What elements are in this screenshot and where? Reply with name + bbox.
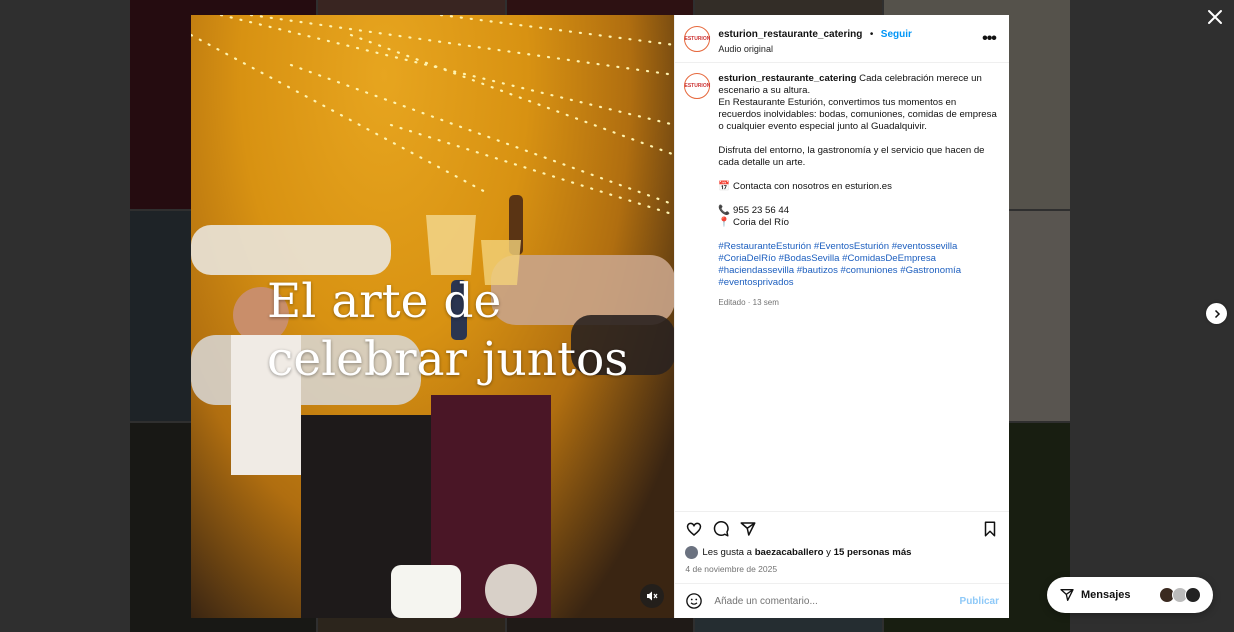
- messages-label: Mensajes: [1081, 589, 1131, 601]
- follow-button[interactable]: Seguir: [881, 29, 912, 40]
- caption-area: ESTURION esturion_restaurante_catering C…: [675, 63, 1009, 511]
- emoji-icon[interactable]: [685, 592, 703, 610]
- close-icon: [1208, 10, 1222, 24]
- media-overlay-title: El arte de celebrar juntos: [267, 273, 628, 389]
- avatar-logo-text: ESTURION: [684, 35, 711, 42]
- share-icon[interactable]: [739, 520, 757, 538]
- media-title-line-1: El arte de: [267, 274, 502, 329]
- more-options-button[interactable]: •••: [979, 30, 999, 48]
- avatar[interactable]: ESTURION: [684, 25, 711, 52]
- separator-dot: •: [869, 28, 874, 40]
- chevron-right-icon: [1214, 309, 1220, 318]
- next-post-button[interactable]: [1206, 303, 1227, 324]
- caption-phone: 📞 955 23 56 44: [718, 205, 790, 216]
- messages-avatars: [1159, 587, 1201, 603]
- post-date[interactable]: 4 de noviembre de 2025: [685, 564, 999, 574]
- messages-icon: [1060, 589, 1074, 601]
- more-icon: •••: [982, 29, 997, 47]
- likes-others[interactable]: 15 personas más: [834, 547, 912, 558]
- post-header: ESTURION esturion_restaurante_catering •…: [675, 15, 1009, 63]
- likes-summary[interactable]: Les gusta a baezacaballero y 15 personas…: [685, 546, 999, 559]
- caption-paragraph-1: En Restaurante Esturión, convertimos tus…: [718, 97, 997, 132]
- post-sidebar: ESTURION esturion_restaurante_catering •…: [674, 15, 1009, 618]
- caption-username[interactable]: esturion_restaurante_catering: [718, 73, 856, 84]
- comment-input[interactable]: [712, 594, 960, 608]
- heart-icon[interactable]: [685, 520, 703, 538]
- likes-and: y: [826, 547, 831, 558]
- caption-avatar-logo-text: ESTURION: [684, 83, 711, 89]
- audio-link[interactable]: Audio original: [718, 44, 979, 54]
- publish-button[interactable]: Publicar: [960, 596, 999, 607]
- post-modal: El arte de celebrar juntos ESTURION estu…: [191, 15, 1009, 618]
- comment-icon[interactable]: [712, 520, 730, 538]
- caption-avatar[interactable]: ESTURION: [684, 73, 711, 99]
- post-media[interactable]: El arte de celebrar juntos: [191, 15, 675, 618]
- likes-user[interactable]: baezacaballero: [755, 547, 824, 558]
- messages-button[interactable]: Mensajes: [1047, 577, 1213, 613]
- bookmark-icon[interactable]: [981, 520, 999, 538]
- comment-bar: Publicar: [675, 583, 1009, 618]
- username-link[interactable]: esturion_restaurante_catering: [718, 29, 862, 40]
- caption-text: esturion_restaurante_catering Cada celeb…: [718, 73, 997, 511]
- likes-prefix: Les gusta a: [702, 547, 753, 558]
- post-actions: Les gusta a baezacaballero y 15 personas…: [675, 511, 1009, 583]
- caption-location: 📍 Coria del Río: [718, 217, 790, 228]
- mute-icon: [647, 591, 658, 601]
- media-title-line-2: celebrar juntos: [267, 332, 629, 387]
- caption-paragraph-2: Disfruta del entorno, la gastronomía y e…: [718, 145, 985, 168]
- liker-avatar: [685, 546, 699, 559]
- close-button[interactable]: [1204, 6, 1226, 28]
- caption-hashtags[interactable]: #RestauranteEsturión #EventosEsturión #e…: [718, 241, 997, 289]
- caption-meta: Editado · 13 sem: [718, 298, 779, 307]
- caption-contact: 📅 Contacta con nosotros en esturion.es: [718, 181, 892, 192]
